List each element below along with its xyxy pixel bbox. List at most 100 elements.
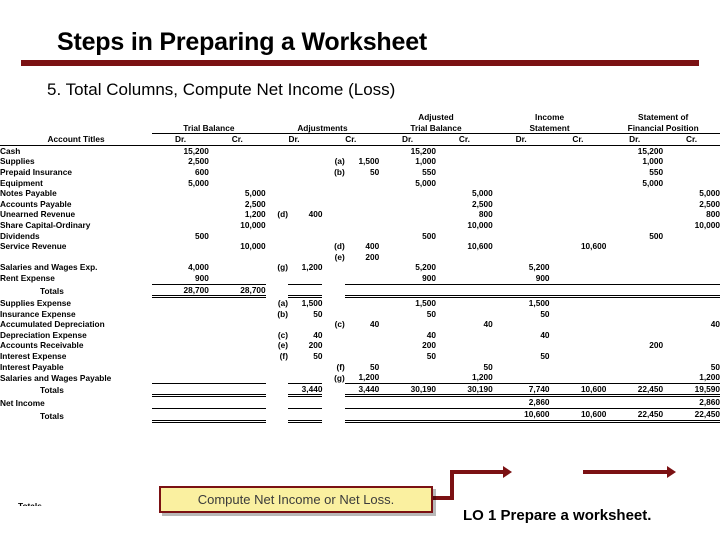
cell-adj-dr-ref-16 [266, 319, 288, 330]
cell-adj-cr-10: 200 [365, 251, 380, 262]
cell-tb-cr-20 [209, 362, 266, 373]
cell-fp-cr-9 [663, 241, 720, 252]
cell-fp-dr-1: 1,000 [642, 156, 664, 167]
cell-tb-cr-22 [208, 382, 266, 398]
cell-adj-dr-0 [288, 145, 322, 156]
row-account-title-10 [0, 252, 152, 263]
cell-atb-dr-19: 50 [426, 351, 436, 362]
cell-is-dr-13 [492, 283, 550, 299]
cell-atb-cr-11 [436, 262, 493, 273]
row-account-title-8: Dividends [0, 230, 40, 241]
worksheet-header-line-2: Trial Balance Adjustments Trial Balance Sta… [0, 122, 720, 135]
callout-connector-segment-2 [450, 470, 454, 500]
cell-adj-dr-14: 1,500 [301, 298, 323, 309]
cell-adj-dr-ref-4 [266, 188, 288, 199]
column-header-adjusted-trial-balance-dr: Dr. [379, 133, 436, 146]
cell-adj-cr-6 [345, 209, 379, 220]
cell-is-cr-15 [550, 309, 607, 320]
cell-adj-dr-10 [288, 252, 322, 263]
table-row: Accounts Receivable (e) 200 200 200 [0, 340, 720, 351]
row-account-title-11: Salaries and Wages Exp. [0, 262, 98, 273]
cell-adj-cr-8 [345, 231, 379, 242]
page-title: Steps in Preparing a Worksheet [57, 28, 428, 56]
cell-fp-cr-3 [663, 178, 720, 189]
row-account-title-20: Interest Payable [0, 361, 64, 372]
cell-is-dr-19: 50 [540, 351, 550, 362]
cell-atb-dr-21 [379, 372, 436, 383]
cell-is-dr-4 [493, 188, 550, 199]
cell-is-cr-1 [550, 156, 607, 167]
cell-atb-cr-19 [436, 351, 493, 362]
cell-adj-cr-14 [345, 297, 379, 309]
row-account-title-19: Interest Expense [0, 351, 67, 362]
cell-atb-cr-12 [436, 273, 493, 284]
cell-atb-dr-8: 500 [422, 230, 436, 241]
column-header-financial-position-cr: Cr. [663, 133, 720, 146]
cell-fp-dr-18: 200 [649, 340, 664, 351]
cell-tb-dr-24 [152, 408, 209, 423]
cell-tb-cr-11 [209, 262, 266, 273]
cell-fp-cr-19 [663, 351, 720, 362]
cell-is-dr-24: 10,600 [492, 408, 550, 423]
cell-adj-dr-ref-2 [266, 167, 288, 178]
cell-atb-dr-10 [379, 252, 436, 263]
cell-adj-cr-24 [344, 408, 380, 423]
arrow-head-to-financial-position [667, 466, 676, 478]
row-account-title-4: Notes Payable [0, 188, 57, 199]
cell-adj-dr-9 [288, 241, 322, 252]
cell-adj-cr-ref-11 [322, 262, 344, 273]
cell-adj-cr-23 [345, 396, 379, 409]
cell-adj-cr-ref-21: (g) [334, 372, 345, 383]
cell-adj-cr-ref-6 [322, 209, 344, 220]
cell-tb-cr-21 [209, 372, 266, 383]
column-header-income-statement-dr: Dr. [492, 133, 550, 146]
cell-tb-cr-0 [209, 145, 266, 156]
cell-adj-dr-15: 50 [313, 308, 323, 319]
cell-is-dr-5 [493, 199, 550, 210]
table-row: Share Capital-Ordinary 10,000 10,000 10,000 [0, 220, 720, 231]
cell-adj-dr-ref-13 [266, 284, 288, 297]
cell-adj-cr-11 [345, 262, 379, 273]
row-account-title-22: Totals [40, 385, 64, 396]
cell-adj-cr-12 [345, 273, 379, 284]
row-account-title-14: Supplies Expense [0, 298, 72, 309]
header-spacer [0, 112, 152, 123]
cell-atb-dr-0: 15,200 [410, 145, 436, 156]
cell-is-dr-23: 2,860 [528, 397, 550, 408]
table-row: Notes Payable 5,000 5,000 5,000 [0, 188, 720, 199]
cell-is-dr-7 [493, 220, 550, 231]
net-income-transfer-line [583, 470, 669, 474]
cell-tb-dr-4 [152, 188, 209, 199]
cell-is-cr-7 [550, 220, 607, 231]
cell-fp-dr-23 [606, 396, 663, 409]
cell-atb-dr-12: 900 [422, 272, 436, 283]
cell-is-cr-21 [550, 372, 607, 383]
group-label-trial-balance-top [152, 112, 266, 123]
worksheet-header-line-1: Adjusted Income Statement of [0, 112, 720, 123]
cell-is-dr-15: 50 [540, 308, 550, 319]
cell-adj-dr-ref-17: (c) [277, 329, 288, 340]
cell-tb-dr-15 [152, 309, 209, 320]
cell-is-dr-18 [493, 340, 550, 351]
cell-adj-dr-21 [288, 372, 322, 383]
group-label-income-statement: Statement [492, 122, 607, 135]
cell-atb-dr-24 [379, 408, 436, 423]
cell-adj-cr-ref-7 [322, 220, 344, 231]
cell-adj-dr-7 [288, 220, 322, 231]
cell-tb-cr-7: 10,000 [240, 219, 266, 230]
cell-adj-dr-ref-23 [266, 396, 288, 409]
cell-atb-dr-17: 40 [426, 329, 436, 340]
cell-atb-cr-7: 10,000 [467, 219, 493, 230]
cell-adj-cr-1: 1,500 [358, 156, 380, 167]
cell-adj-cr-2: 50 [369, 166, 380, 177]
cell-tb-cr-19 [209, 351, 266, 362]
cell-adj-cr-17 [345, 330, 379, 341]
cell-fp-dr-5 [606, 199, 663, 210]
cell-adj-cr-ref-13 [322, 284, 344, 297]
cell-adj-cr-ref-9: (d) [334, 241, 345, 252]
row-account-title-16: Accumulated Depreciation [0, 319, 105, 330]
callout-box: Compute Net Income or Net Loss. [159, 486, 433, 513]
cell-tb-dr-3: 5,000 [188, 177, 209, 188]
cell-atb-dr-6 [379, 209, 436, 220]
table-row: Interest Expense (f) 50 50 50 [0, 351, 720, 362]
